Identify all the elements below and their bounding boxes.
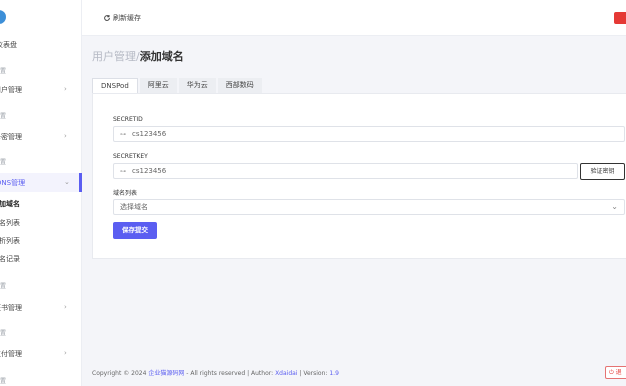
- sidebar-section-label: 设置: [0, 68, 7, 75]
- sidebar-item-card-management[interactable]: 卡密管理: [0, 132, 22, 142]
- footer-version-label: | Version:: [299, 370, 328, 377]
- refresh-cache-label: 刷新缓存: [113, 14, 141, 22]
- page-title: 用户管理/添加域名: [92, 48, 184, 64]
- footer-copyright: Copyright © 2024: [92, 370, 147, 377]
- secretid-label: SECRETID: [113, 116, 143, 123]
- top-bar: 刷新缓存: [82, 0, 626, 36]
- chevron-right-icon: ›: [64, 132, 67, 140]
- chevron-right-icon: ›: [64, 349, 67, 357]
- sidebar-section-label: 设置: [0, 113, 7, 120]
- sidebar-subitem-resolve-list[interactable]: 解析列表: [0, 236, 20, 246]
- provider-tabs: DNSPod 阿里云 华为云 西部数码: [92, 78, 264, 93]
- refresh-icon: [104, 14, 110, 21]
- secretkey-label: SECRETKEY: [113, 153, 148, 160]
- breadcrumb-parent: 用户管理/: [92, 50, 140, 63]
- sidebar-item-payment-management[interactable]: 支付管理: [0, 349, 22, 359]
- key-icon: ⊶: [120, 167, 126, 175]
- sidebar-subitem-whitelist[interactable]: 白名记录: [0, 254, 20, 264]
- domain-list-label: 域名列表: [113, 190, 138, 197]
- tab-dnspod[interactable]: DNSPod: [92, 78, 138, 93]
- breadcrumb-current: 添加域名: [139, 50, 184, 63]
- logout-button[interactable]: ⏻ 退: [605, 366, 626, 379]
- tab-huaweicloud[interactable]: 华为云: [178, 78, 216, 93]
- avatar[interactable]: [614, 12, 626, 24]
- sidebar: 仪表盘 设置 用户管理 › 设置 卡密管理 › 设置 DNS管理 ⌄ 添加域名 …: [0, 0, 82, 386]
- sidebar-section-label: 设置: [0, 378, 7, 385]
- domain-select[interactable]: 选择域名 ⌄: [113, 199, 625, 215]
- sidebar-subitem-add-domain[interactable]: 添加域名: [0, 199, 20, 209]
- sidebar-item-dashboard[interactable]: 仪表盘: [0, 40, 17, 50]
- refresh-cache-button[interactable]: 刷新缓存: [103, 13, 141, 23]
- tab-aliyun[interactable]: 阿里云: [139, 78, 177, 93]
- chevron-down-icon: ⌄: [611, 202, 618, 211]
- domain-select-value: 选择域名: [120, 203, 148, 211]
- footer-rights: - All rights reserved | Author:: [186, 370, 274, 377]
- save-submit-button[interactable]: 保存提交: [113, 222, 157, 239]
- verify-key-button[interactable]: 验证密钥: [580, 163, 625, 180]
- sidebar-section-label: 设置: [0, 283, 7, 290]
- secretkey-field[interactable]: ⊶ cs123456: [113, 163, 578, 179]
- footer: Copyright © 2024 企业猫源码网 - All rights res…: [92, 368, 339, 377]
- footer-version: 1.9: [329, 370, 339, 377]
- chevron-right-icon: ›: [64, 85, 67, 93]
- sidebar-subitem-domain-list[interactable]: 域名列表: [0, 218, 20, 228]
- sidebar-item-cert-management[interactable]: 证书管理: [0, 303, 22, 313]
- sidebar-item-user-management[interactable]: 用户管理: [0, 85, 22, 95]
- secretid-field[interactable]: ⊶ cs123456: [113, 126, 625, 142]
- sidebar-section-label: 设置: [0, 330, 7, 337]
- chevron-down-icon: ⌄: [64, 178, 70, 186]
- key-icon: ⊶: [120, 130, 126, 138]
- secretid-value: cs123456: [132, 130, 167, 138]
- footer-site-link[interactable]: 企业猫源码网: [148, 370, 184, 377]
- footer-author-link[interactable]: Xdaidai: [275, 370, 297, 377]
- sidebar-active-indicator: [79, 173, 82, 192]
- sidebar-item-dns-management[interactable]: DNS管理: [0, 178, 25, 188]
- chevron-right-icon: ›: [64, 303, 67, 311]
- sidebar-section-label: 设置: [0, 159, 7, 166]
- logo-icon: [0, 10, 6, 24]
- secretkey-value: cs123456: [132, 167, 167, 175]
- logout-label: 退: [615, 369, 622, 376]
- power-icon: ⏻: [609, 369, 614, 376]
- tab-west-digital[interactable]: 西部数码: [217, 78, 262, 93]
